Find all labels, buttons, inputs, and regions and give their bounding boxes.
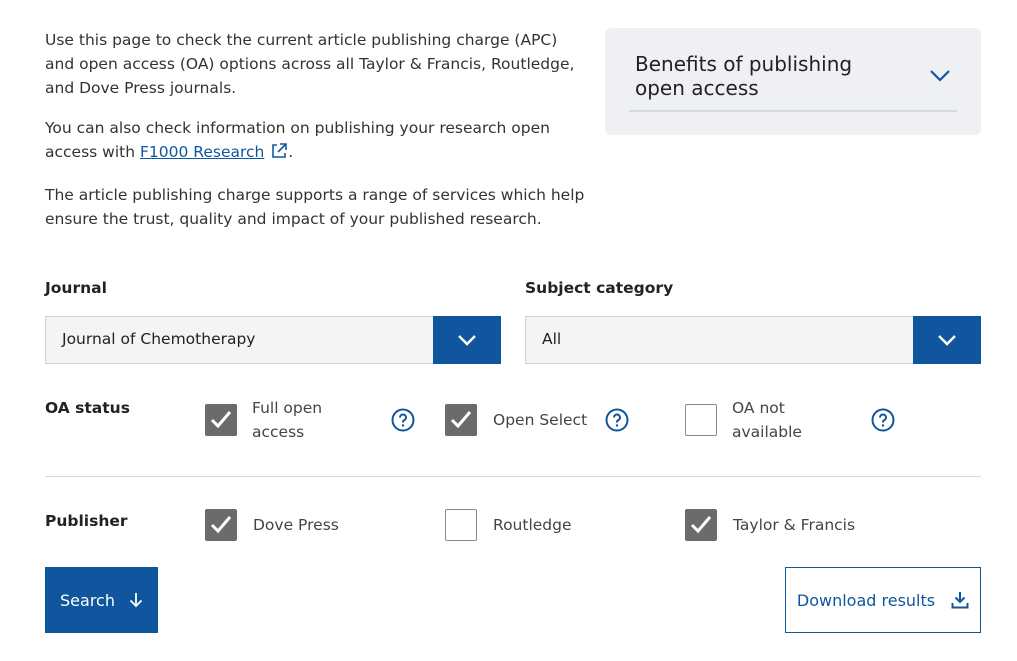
journal-dropdown-button[interactable] bbox=[433, 316, 501, 364]
checkmark-icon bbox=[450, 411, 472, 429]
help-icon[interactable] bbox=[391, 408, 415, 432]
full-open-access-label-line2: access bbox=[252, 423, 305, 441]
chevron-down-icon[interactable] bbox=[929, 68, 951, 87]
journal-select[interactable]: Journal of Chemotherapy bbox=[45, 316, 501, 364]
oa-not-available-label: OA not available bbox=[732, 396, 802, 444]
search-button[interactable]: Search bbox=[45, 567, 158, 633]
subject-category-select[interactable]: All bbox=[525, 316, 981, 364]
benefits-accordion-title: Benefits of publishing open access bbox=[635, 52, 853, 100]
external-link-icon bbox=[270, 142, 288, 167]
journal-label: Journal bbox=[45, 279, 107, 297]
search-button-label: Search bbox=[60, 590, 115, 610]
benefits-accordion-header[interactable]: Benefits of publishing open access bbox=[629, 52, 957, 112]
checkmark-icon bbox=[210, 411, 232, 429]
chevron-down-icon bbox=[938, 335, 956, 346]
full-open-access-label: Full open access bbox=[252, 396, 322, 444]
help-icon[interactable] bbox=[871, 408, 895, 432]
taylor-francis-checkbox[interactable] bbox=[685, 509, 717, 541]
dove-press-checkbox[interactable] bbox=[205, 509, 237, 541]
oa-status-label: OA status bbox=[45, 399, 130, 417]
taylor-francis-label: Taylor & Francis bbox=[733, 516, 856, 534]
intro-paragraph-1: Use this page to check the current artic… bbox=[45, 31, 575, 97]
checkmark-icon bbox=[210, 516, 232, 534]
oa-not-available-label-line2: available bbox=[732, 423, 802, 441]
subject-category-label: Subject category bbox=[525, 279, 674, 297]
open-select-checkbox[interactable] bbox=[445, 404, 477, 436]
oa-not-available-label-line1: OA not bbox=[732, 399, 785, 417]
journal-select-value: Journal of Chemotherapy bbox=[62, 330, 256, 348]
routledge-label: Routledge bbox=[493, 516, 572, 534]
routledge-checkbox[interactable] bbox=[445, 509, 477, 541]
divider bbox=[45, 476, 981, 477]
arrow-down-icon bbox=[129, 593, 143, 608]
download-results-button-label: Download results bbox=[796, 590, 936, 610]
chevron-down-icon bbox=[458, 335, 476, 346]
full-open-access-checkbox[interactable] bbox=[205, 404, 237, 436]
subject-category-select-value: All bbox=[542, 330, 562, 348]
intro-text: Use this page to check the current artic… bbox=[45, 28, 585, 247]
publisher-label: Publisher bbox=[45, 512, 128, 530]
intro-paragraph-3: The article publishing charge supports a… bbox=[45, 186, 585, 228]
intro-paragraph-2: You can also check information on publis… bbox=[45, 116, 585, 167]
download-results-button[interactable]: Download results bbox=[785, 567, 981, 633]
benefits-accordion[interactable]: Benefits of publishing open access bbox=[605, 28, 981, 135]
f1000-research-link[interactable]: F1000 Research bbox=[140, 143, 264, 161]
intro-paragraph-2-end: . bbox=[288, 143, 294, 161]
subject-category-dropdown-button[interactable] bbox=[913, 316, 981, 364]
oa-not-available-checkbox[interactable] bbox=[685, 404, 717, 436]
checkmark-icon bbox=[690, 516, 712, 534]
open-select-label: Open Select bbox=[493, 411, 588, 429]
intro-paragraph-2-text: You can also check information on publis… bbox=[45, 119, 550, 161]
download-icon bbox=[951, 592, 969, 609]
dove-press-label: Dove Press bbox=[253, 516, 339, 534]
help-icon[interactable] bbox=[605, 408, 629, 432]
full-open-access-label-line1: Full open bbox=[252, 399, 323, 417]
apc-finder-page: Use this page to check the current artic… bbox=[0, 0, 1017, 661]
